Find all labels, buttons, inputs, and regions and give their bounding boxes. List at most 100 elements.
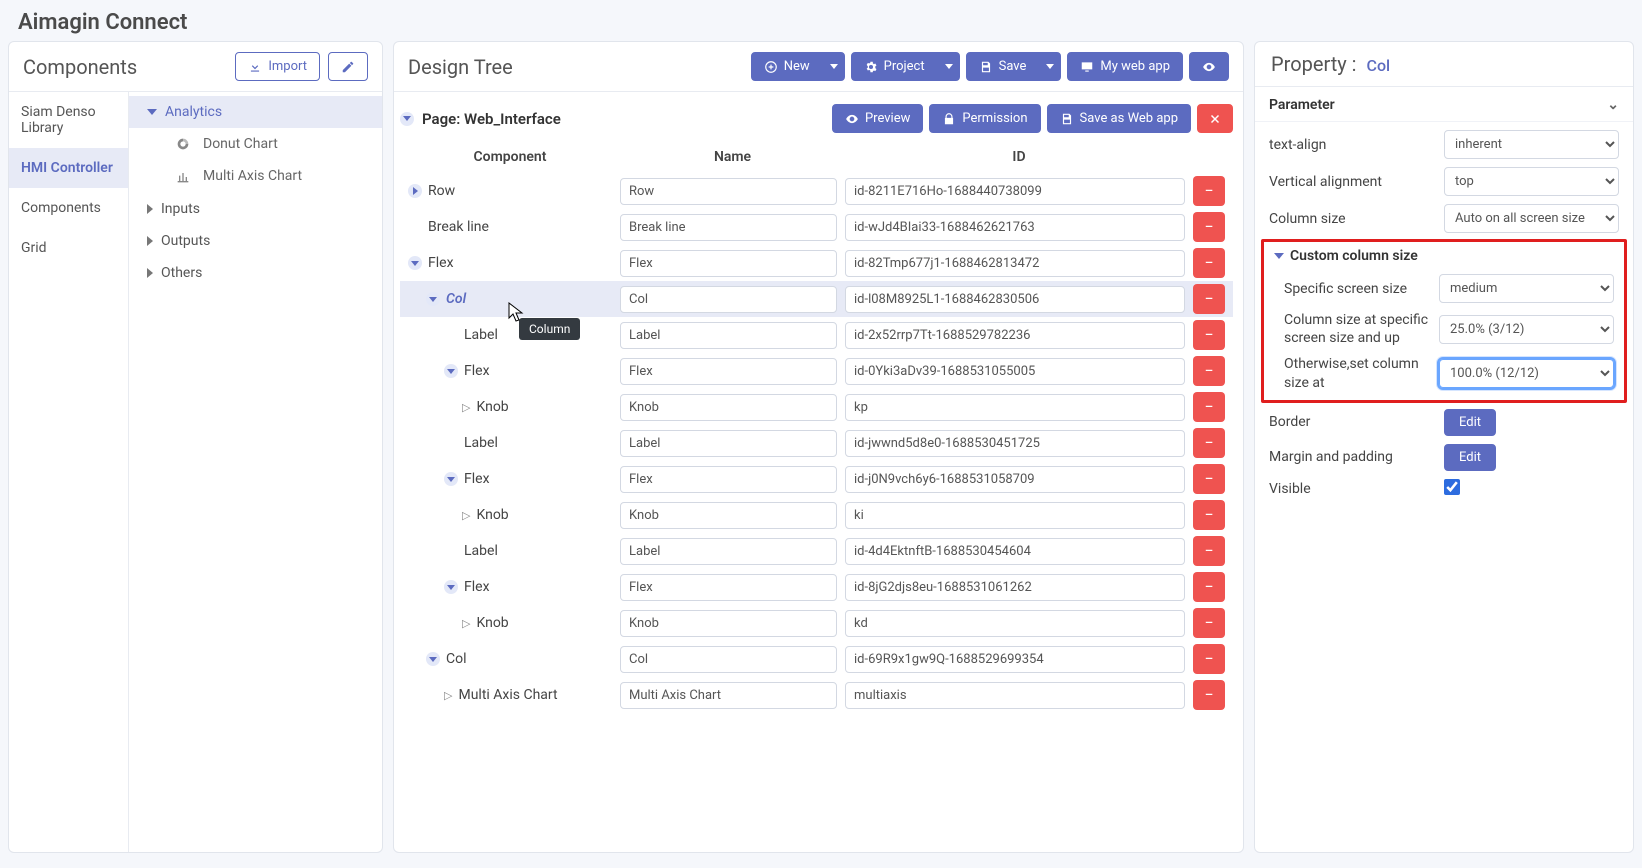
name-input[interactable] [620, 502, 837, 529]
tree-row[interactable]: Break line− [400, 209, 1233, 245]
component-group-others[interactable]: Others [129, 257, 382, 289]
collapse-icon[interactable] [444, 472, 458, 486]
id-input[interactable] [845, 394, 1185, 421]
name-input[interactable] [620, 322, 837, 349]
delete-row-button[interactable]: − [1193, 176, 1225, 206]
permission-button[interactable]: Permission [929, 104, 1040, 133]
my-web-app-button[interactable]: My web app [1067, 52, 1183, 81]
border-edit-button[interactable]: Edit [1444, 409, 1496, 436]
delete-row-button[interactable]: − [1193, 680, 1225, 710]
vtab-hmi-controller[interactable]: HMI Controller [9, 148, 128, 188]
import-button[interactable]: Import [235, 52, 320, 81]
tree-row[interactable]: ▷Knob− [400, 389, 1233, 425]
valign-select[interactable]: top [1444, 167, 1619, 196]
name-input[interactable] [620, 574, 837, 601]
name-input[interactable] [620, 682, 837, 709]
tree-row[interactable]: Label− [400, 533, 1233, 569]
delete-row-button[interactable]: − [1193, 572, 1225, 602]
delete-row-button[interactable]: − [1193, 536, 1225, 566]
tree-row[interactable]: ▷Multi Axis Chart− [400, 677, 1233, 713]
name-input[interactable] [620, 466, 837, 493]
delete-row-button[interactable]: − [1193, 212, 1225, 242]
component-item-donut-chart[interactable]: Donut Chart [129, 128, 382, 160]
collapse-icon[interactable] [426, 652, 440, 666]
preview-button[interactable]: Preview [832, 104, 923, 133]
id-input[interactable] [845, 682, 1185, 709]
parameter-section-toggle[interactable]: Parameter ⌄ [1255, 87, 1633, 122]
delete-row-button[interactable]: − [1193, 284, 1225, 314]
tree-row[interactable]: Flex− [400, 353, 1233, 389]
delete-row-button[interactable]: − [1193, 428, 1225, 458]
tree-row[interactable]: Label− [400, 317, 1233, 353]
custom-column-size-toggle[interactable]: Custom column size [1264, 244, 1624, 270]
tree-row[interactable]: Flex− [400, 569, 1233, 605]
text-align-select[interactable]: inherent [1444, 130, 1619, 159]
edit-button[interactable] [328, 52, 368, 81]
margin-edit-button[interactable]: Edit [1444, 444, 1496, 471]
collapse-icon[interactable] [408, 256, 422, 270]
name-input[interactable] [620, 394, 837, 421]
name-input[interactable] [620, 358, 837, 385]
tree-row[interactable]: Flex− [400, 245, 1233, 281]
id-input[interactable] [845, 430, 1185, 457]
tree-row[interactable]: ▷Knob− [400, 497, 1233, 533]
visibility-button[interactable] [1189, 52, 1229, 81]
id-input[interactable] [845, 358, 1185, 385]
tree-row[interactable]: Col− [400, 641, 1233, 677]
new-button[interactable]: New [751, 52, 823, 81]
vtab-components[interactable]: Components [9, 188, 128, 228]
delete-row-button[interactable]: − [1193, 392, 1225, 422]
delete-page-button[interactable] [1197, 104, 1233, 133]
screen-size-select[interactable]: medium [1439, 274, 1614, 303]
id-input[interactable] [845, 502, 1185, 529]
project-button[interactable]: Project [851, 52, 938, 81]
collapse-icon[interactable] [426, 292, 440, 306]
name-input[interactable] [620, 610, 837, 637]
tree-row[interactable]: Row− [400, 173, 1233, 209]
otherwise-select[interactable]: 100.0% (12/12) [1439, 359, 1614, 388]
delete-row-button[interactable]: − [1193, 320, 1225, 350]
id-input[interactable] [845, 286, 1185, 313]
project-dropdown[interactable] [938, 52, 960, 81]
name-input[interactable] [620, 538, 837, 565]
name-input[interactable] [620, 214, 837, 241]
tree-row[interactable]: ▷Knob− [400, 605, 1233, 641]
visible-checkbox[interactable] [1444, 479, 1460, 495]
size-at-select[interactable]: 25.0% (3/12) [1439, 315, 1614, 344]
id-input[interactable] [845, 538, 1185, 565]
component-group-inputs[interactable]: Inputs [129, 193, 382, 225]
delete-row-button[interactable]: − [1193, 248, 1225, 278]
id-input[interactable] [845, 322, 1185, 349]
name-input[interactable] [620, 250, 837, 277]
component-item-multi-axis-chart[interactable]: Multi Axis Chart [129, 160, 382, 192]
name-input[interactable] [620, 430, 837, 457]
expand-icon[interactable] [408, 184, 422, 198]
tree-row[interactable]: Col− [400, 281, 1233, 317]
colsize-select[interactable]: Auto on all screen size [1444, 204, 1619, 233]
save-dropdown[interactable] [1039, 52, 1061, 81]
save-button[interactable]: Save [966, 52, 1040, 81]
tree-row[interactable]: Label− [400, 425, 1233, 461]
delete-row-button[interactable]: − [1193, 608, 1225, 638]
component-group-outputs[interactable]: Outputs [129, 225, 382, 257]
id-input[interactable] [845, 178, 1185, 205]
id-input[interactable] [845, 574, 1185, 601]
collapse-icon[interactable] [444, 364, 458, 378]
save-as-webapp-button[interactable]: Save as Web app [1047, 104, 1191, 133]
name-input[interactable] [620, 646, 837, 673]
tree-row[interactable]: Flex− [400, 461, 1233, 497]
delete-row-button[interactable]: − [1193, 464, 1225, 494]
id-input[interactable] [845, 466, 1185, 493]
new-dropdown[interactable] [823, 52, 845, 81]
page-toggle[interactable] [400, 112, 414, 126]
delete-row-button[interactable]: − [1193, 500, 1225, 530]
vtab-grid[interactable]: Grid [9, 228, 128, 268]
delete-row-button[interactable]: − [1193, 644, 1225, 674]
id-input[interactable] [845, 610, 1185, 637]
delete-row-button[interactable]: − [1193, 356, 1225, 386]
id-input[interactable] [845, 250, 1185, 277]
collapse-icon[interactable] [444, 580, 458, 594]
name-input[interactable] [620, 178, 837, 205]
name-input[interactable] [620, 286, 837, 313]
id-input[interactable] [845, 214, 1185, 241]
